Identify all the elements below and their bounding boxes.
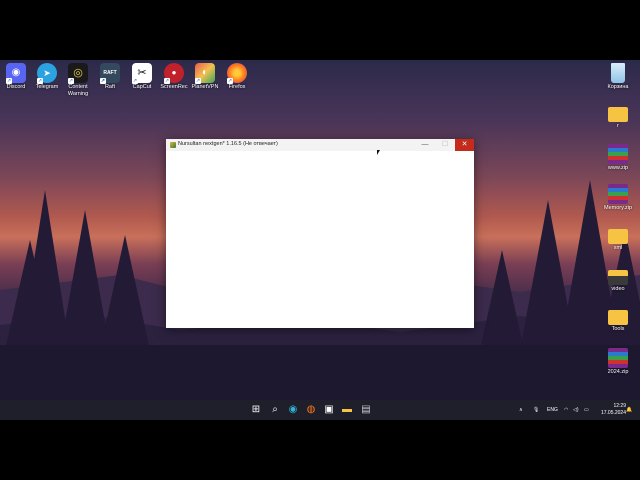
- search-icon[interactable]: ⌕: [267, 402, 283, 418]
- desktop-icon-label: xml: [613, 245, 623, 251]
- window-content: [166, 151, 474, 328]
- desktop-icon-label: Telegram: [35, 84, 59, 90]
- desktop-icon-recycle-bin[interactable]: Корзина: [603, 63, 633, 91]
- desktop-icon-video-folder[interactable]: video: [603, 267, 633, 293]
- app-icon: [170, 142, 176, 148]
- window-titlebar[interactable]: Nursultan nextgen* 1.16.5 (Не отвечает) …: [166, 139, 474, 155]
- edge-icon[interactable]: ◉: [285, 402, 301, 418]
- minimize-button[interactable]: —: [416, 139, 434, 151]
- desktop-icon-www-zip[interactable]: www.zip: [603, 144, 633, 172]
- folder-icon: [608, 107, 628, 122]
- desktop-icon-label: Content Warning: [67, 84, 89, 97]
- desktop-icon-xml-folder[interactable]: xml: [603, 226, 633, 252]
- desktop-icon-label: Discord: [6, 84, 26, 90]
- desktop-icon-label: Memory.zip: [603, 205, 632, 211]
- firefox-icon[interactable]: ◍: [303, 402, 319, 418]
- language-indicator[interactable]: ENG: [547, 400, 558, 420]
- screenrec-icon: ● ↗: [164, 63, 184, 84]
- app-icon[interactable]: ▤: [358, 402, 374, 418]
- desktop-icon-label: Firefox: [228, 84, 246, 90]
- desktop-icon-2024-zip[interactable]: 2024.zip: [603, 348, 633, 376]
- discord-icon: ◉ ↗: [6, 63, 26, 84]
- desktop-icon-planetvpn[interactable]: ◐ ↗ PlanetVPN: [190, 63, 220, 91]
- firefox-icon: ↗: [227, 63, 247, 84]
- desktop-icon-firefox[interactable]: ↗ Firefox: [222, 63, 252, 91]
- winrar-archive-icon: [608, 184, 628, 204]
- desktop-icon-label: 2024.zip: [607, 369, 629, 375]
- notification-bell-icon[interactable]: 🔔: [626, 400, 632, 420]
- mouse-cursor-icon: [377, 150, 380, 155]
- raft-icon: RAFT ↗: [100, 63, 120, 84]
- battery-icon[interactable]: ▭: [584, 400, 589, 420]
- app-window[interactable]: Nursultan nextgen* 1.16.5 (Не отвечает) …: [166, 139, 474, 328]
- clock-time: 12:29: [613, 403, 626, 409]
- task-view-icon[interactable]: ▣: [321, 402, 337, 418]
- maximize-button[interactable]: ☐: [436, 139, 454, 151]
- desktop-icon-memory-zip[interactable]: Memory.zip: [603, 184, 633, 212]
- letterbox-bottom: [0, 420, 640, 480]
- clock[interactable]: 12:29 17.05.2024: [596, 403, 626, 417]
- content-warning-icon: ◎ ↗: [68, 63, 88, 84]
- folder-icon: [608, 229, 628, 244]
- desktop-icon-raft[interactable]: RAFT ↗ Raft: [95, 63, 125, 91]
- desktop-icon-label: ScreenRec: [160, 84, 188, 90]
- desktop-icon-label: video: [611, 286, 625, 292]
- microphone-icon[interactable]: 🎙: [533, 400, 539, 420]
- planetvpn-icon: ◐ ↗: [195, 63, 215, 84]
- telegram-icon: ➤ ↗: [37, 63, 57, 84]
- window-title: Nursultan nextgen* 1.16.5 (Не отвечает): [178, 141, 278, 147]
- winrar-archive-icon: [608, 348, 628, 368]
- letterbox-top: [0, 0, 640, 60]
- file-explorer-icon[interactable]: ▬: [339, 402, 355, 418]
- desktop-icon-label: г: [616, 123, 619, 129]
- desktop-icon-discord[interactable]: ◉ ↗ Discord: [1, 63, 31, 91]
- folder-icon: [608, 310, 628, 325]
- desktop-icon-screenrec[interactable]: ● ↗ ScreenRec: [159, 63, 189, 91]
- desktop-icon-telegram[interactable]: ➤ ↗ Telegram: [32, 63, 62, 91]
- desktop-icon-label: Корзина: [607, 84, 629, 90]
- folder-icon: [608, 270, 628, 285]
- desktop[interactable]: ◉ ↗ Discord ➤ ↗ Telegram ◎ ↗ Content Warnin…: [0, 60, 640, 400]
- wifi-icon[interactable]: ◠: [564, 400, 568, 420]
- desktop-icon-label: PlanetVPN: [191, 84, 219, 90]
- speaker-icon[interactable]: ◁): [573, 400, 579, 420]
- winrar-archive-icon: [608, 144, 628, 164]
- desktop-icon-folder[interactable]: г: [603, 104, 633, 130]
- capcut-icon: ✂ ↗: [132, 63, 152, 84]
- desktop-icon-label: www.zip: [607, 165, 629, 171]
- desktop-icon-label: Raft: [104, 84, 116, 90]
- close-button[interactable]: ✕: [455, 139, 474, 151]
- clock-date: 17.05.2024: [600, 410, 626, 416]
- desktop-icon-tools-folder[interactable]: Tools: [603, 307, 633, 333]
- start-icon[interactable]: ⊞: [248, 402, 264, 418]
- desktop-icon-label: CapCut: [132, 84, 152, 90]
- desktop-icon-content-warning[interactable]: ◎ ↗ Content Warning: [63, 63, 93, 98]
- taskbar: ⊞ ⌕ ◉ ◍ ▣ ▬ ▤ ∧ 🎙 ENG ◠ ◁) ▭ 12:29 17.05…: [0, 400, 640, 420]
- desktop-icon-capcut[interactable]: ✂ ↗ CapCut: [127, 63, 157, 91]
- recycle-bin-icon: [611, 63, 625, 83]
- desktop-icon-label: Tools: [611, 326, 625, 332]
- tray-overflow-chevron-icon[interactable]: ∧: [519, 400, 523, 420]
